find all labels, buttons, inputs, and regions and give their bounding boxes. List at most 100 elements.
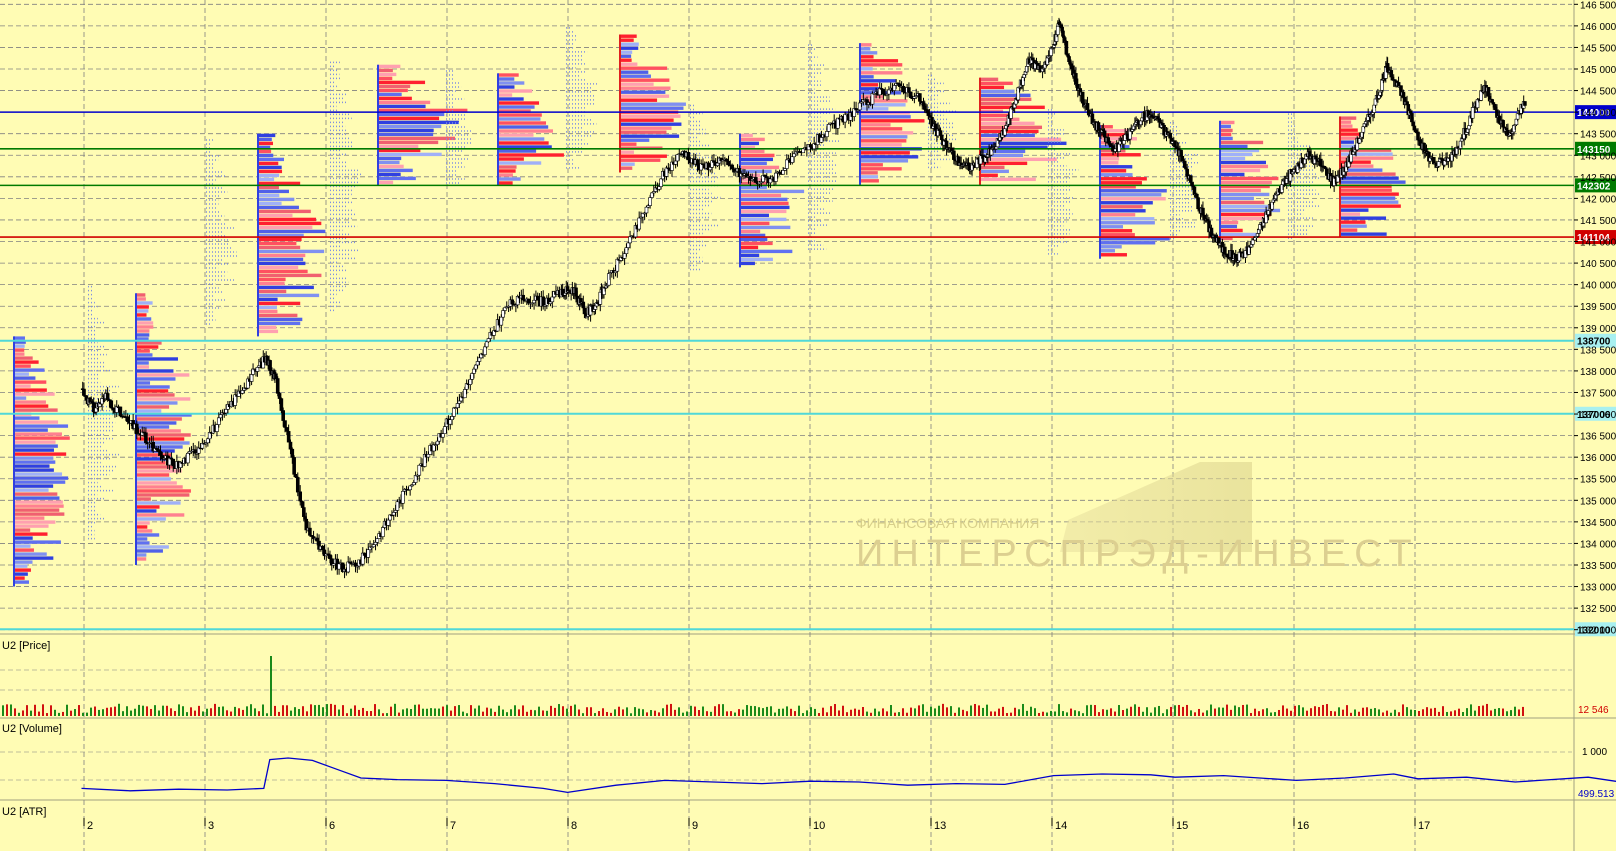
volume-bar-222 xyxy=(222,706,224,716)
profile-bar-18-14 xyxy=(1100,181,1142,185)
profile-bar-20-25 xyxy=(1220,220,1239,225)
volume-bar-258 xyxy=(258,711,260,716)
profile-bar-2-45 xyxy=(136,473,170,477)
profile-bar-0-41 xyxy=(14,500,63,504)
volume-bar-986 xyxy=(986,704,988,716)
profile-bar-8-6 xyxy=(498,97,524,101)
candle-body-426 xyxy=(801,148,806,154)
profile-bar-22-4 xyxy=(1340,132,1360,136)
day-label-15: 15 xyxy=(1176,820,1188,832)
candle-body-120 xyxy=(274,373,278,379)
profile-bar-20-28 xyxy=(1220,232,1259,237)
profile-bar-2-4 xyxy=(136,309,149,313)
candle-body-384 xyxy=(724,158,729,162)
volume-bar-626 xyxy=(626,707,628,716)
volume-bar-822 xyxy=(822,707,824,716)
volume-bar-326 xyxy=(326,704,328,716)
candle-body-1003 xyxy=(1523,101,1527,106)
volume-bar-394 xyxy=(394,703,396,716)
profile-bar-10-0 xyxy=(620,34,637,38)
volume-bar-562 xyxy=(562,706,564,716)
volume-bar-1018 xyxy=(1018,709,1020,716)
volume-bar-518 xyxy=(518,709,520,716)
profile-bar-12-28 xyxy=(740,245,759,250)
profile-bar-16-10 xyxy=(980,117,1020,122)
profile-bar-4-22 xyxy=(258,221,322,226)
profile-bar-14-16 xyxy=(860,107,889,111)
candle-body-473 xyxy=(887,89,891,95)
profile-bar-20-5 xyxy=(1220,140,1264,145)
volume-bar-978 xyxy=(978,705,980,716)
volume-bar-330 xyxy=(330,703,332,716)
volume-bar-1330 xyxy=(1330,710,1332,716)
volume-bar-426 xyxy=(426,708,428,716)
volume-bar-1306 xyxy=(1306,710,1308,716)
profile-bar-12-31 xyxy=(740,257,773,262)
profile-bar-8-12 xyxy=(498,121,547,125)
profile-bar-20-20 xyxy=(1220,200,1265,205)
candle-body-342 xyxy=(648,197,652,206)
profile-bar-20-26 xyxy=(1220,224,1238,229)
volume-bar-530 xyxy=(530,709,532,716)
volume-bar-1122 xyxy=(1122,710,1124,716)
volume-bar-362 xyxy=(362,707,364,716)
candle-body-129 xyxy=(290,448,295,458)
volume-bar-1430 xyxy=(1430,708,1432,716)
volume-bar-686 xyxy=(686,711,688,716)
profile-bar-8-25 xyxy=(498,173,513,177)
profile-bar-10-32 xyxy=(620,162,635,166)
volume-bar-638 xyxy=(638,708,640,716)
volume-bar-1022 xyxy=(1022,703,1024,716)
profile-bar-0-37 xyxy=(14,484,54,488)
volume-bar-274 xyxy=(274,705,276,716)
volume-bar-710 xyxy=(710,711,712,716)
volume-bar-486 xyxy=(486,707,488,716)
profile-bar-8-2 xyxy=(498,81,525,85)
volume-bar-1014 xyxy=(1014,707,1016,716)
profile-bar-2-29 xyxy=(136,409,162,413)
day-label-14: 14 xyxy=(1055,820,1067,832)
profile-bar-2-63 xyxy=(136,545,169,549)
volume-bar-414 xyxy=(414,704,416,716)
volume-bar-706 xyxy=(706,711,708,716)
profile-bar-2-15 xyxy=(136,353,153,357)
volume-bar-1502 xyxy=(1502,708,1504,716)
volume-bar-1230 xyxy=(1230,709,1232,716)
profile-bar-14-21 xyxy=(860,127,903,131)
profile-bar-18-25 xyxy=(1100,225,1123,229)
profile-bar-12-15 xyxy=(740,193,782,198)
candle-body-329 xyxy=(624,247,629,254)
volume-bar-614 xyxy=(614,709,616,716)
volume-bar-146 xyxy=(146,706,148,716)
profile-bar-0-21 xyxy=(14,420,59,424)
profile-bar-6-20 xyxy=(378,144,419,149)
volume-bar-1238 xyxy=(1238,707,1240,716)
profile-bar-20-9 xyxy=(1220,156,1246,161)
volume-bar-290 xyxy=(290,710,292,716)
volume-bar-206 xyxy=(206,708,208,716)
profile-bar-12-23 xyxy=(740,225,791,230)
volume-bar-842 xyxy=(842,705,844,716)
candle-body-270 xyxy=(541,296,546,307)
profile-bar-16-3 xyxy=(980,89,1015,94)
profile-bar-8-0 xyxy=(498,73,519,77)
profile-bar-14-18 xyxy=(860,115,911,119)
profile-bar-18-30 xyxy=(1100,245,1122,249)
profile-bar-2-36 xyxy=(136,437,185,441)
volume-bar-1374 xyxy=(1374,708,1376,716)
volume-bar-810 xyxy=(810,707,812,716)
profile-bar-6-26 xyxy=(378,168,413,173)
profile-bar-20-4 xyxy=(1220,136,1233,141)
profile-bar-2-10 xyxy=(136,333,150,337)
candle-body-182 xyxy=(381,527,385,537)
candle-body-158 xyxy=(337,563,341,570)
profile-bar-18-11 xyxy=(1100,169,1127,173)
profile-bar-14-3 xyxy=(860,55,874,59)
volume-bar-246 xyxy=(246,706,248,716)
volume-bar-1202 xyxy=(1202,712,1204,716)
volume-bar-630 xyxy=(630,713,632,716)
candle-body-330 xyxy=(626,242,631,248)
volume-bar-386 xyxy=(386,713,388,716)
volume-bar-758 xyxy=(758,707,760,716)
day-label-2: 2 xyxy=(87,820,93,832)
